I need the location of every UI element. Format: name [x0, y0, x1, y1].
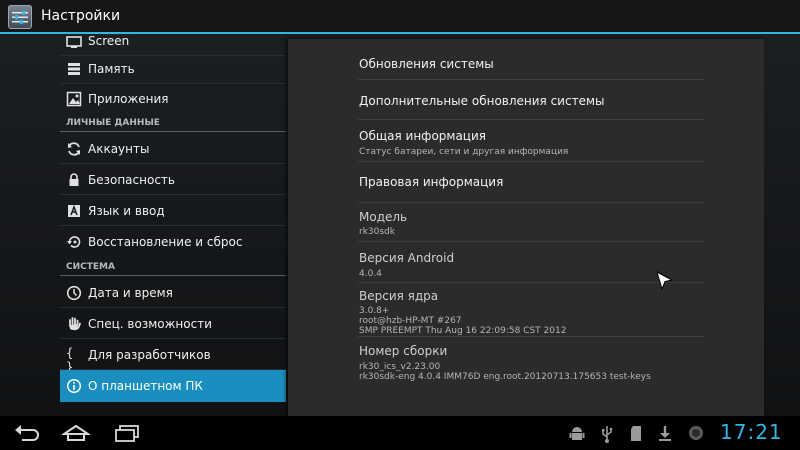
kernel-version-line: SMP PREEMPT Thu Aug 16 22:09:58 CST 2012 [359, 326, 567, 336]
sync-icon [68, 142, 80, 156]
build-number-title: Номер сборки [359, 344, 448, 358]
model-value: rk30sdk [359, 227, 395, 237]
settings-app-icon[interactable] [8, 5, 32, 29]
sidebar-item-label: Дата и время [88, 286, 173, 300]
extra-updates-label: Дополнительные обновления системы [359, 94, 605, 108]
keyboard-icon [68, 204, 80, 217]
build-number-line: rk30_ics_v2.23.00 [359, 362, 441, 372]
sidebar-item-label: Аккаунты [88, 142, 150, 156]
clock-icon [66, 285, 82, 301]
legal-info-label: Правовая информация [359, 175, 504, 189]
kernel-version-title: Версия ядра [359, 289, 439, 303]
sidebar-item-apps[interactable]: Приложения [60, 84, 286, 114]
record-status-icon [689, 426, 703, 440]
sidebar-item-developer[interactable]: { } Для разработчиков [60, 340, 286, 374]
model-item: Модель rk30sdk [358, 203, 704, 242]
build-number-item[interactable]: Номер сборки rk30_ics_v2.23.00 rk30sdk-e… [358, 337, 704, 387]
sidebar-item-label: Восстановление и сброс [88, 235, 243, 249]
kernel-version-line: 3.0.8+ [359, 306, 390, 316]
restore-icon [67, 236, 81, 248]
download-icon [659, 426, 671, 441]
page-title: Настройки [41, 8, 121, 24]
legal-info-item[interactable]: Правовая информация [358, 162, 704, 203]
sidebar-item-label: Язык и ввод [88, 204, 165, 218]
mouse-pointer-icon [656, 271, 674, 291]
about-tablet-panel: Обновления системы Дополнительные обновл… [288, 39, 764, 416]
settings-categories-list: Screen Память Приложения ЛИЧНЫЕ ДАННЫЕ А… [60, 34, 286, 416]
info-icon [66, 378, 82, 394]
android-version-title: Версия Android [359, 251, 455, 265]
build-number-line: rk30sdk-eng 4.0.4 IMM76D eng.root.201207… [359, 372, 651, 382]
screen-icon [66, 36, 82, 48]
sidebar-item-screen[interactable]: Screen [60, 26, 286, 56]
braces-icon: { } [66, 346, 74, 374]
status-title: Общая информация [359, 129, 486, 143]
android-version-item[interactable]: Версия Android 4.0.4 [358, 242, 704, 283]
sd-card-icon [631, 426, 641, 441]
sidebar-item-label: Спец. возможности [88, 317, 212, 331]
kernel-version-line: root@hzb-HP-MT #267 [359, 316, 462, 326]
apps-icon [66, 91, 82, 107]
settings-content: Screen Память Приложения ЛИЧНЫЕ ДАННЫЕ А… [0, 34, 800, 416]
sidebar-item-label: Для разработчиков [88, 348, 211, 362]
section-header-personal: ЛИЧНЫЕ ДАННЫЕ [60, 116, 286, 132]
sidebar-item-backup-reset[interactable]: Восстановление и сброс [60, 227, 286, 257]
sidebar-item-label: О планшетном ПК [88, 379, 203, 393]
sidebar-item-about[interactable]: О планшетном ПК [60, 370, 286, 402]
section-header-system: СИСТЕМА [60, 260, 286, 276]
status-clock[interactable]: 17:21 [720, 420, 783, 444]
kernel-version-item: Версия ядра 3.0.8+ root@hzb-HP-MT #267 S… [358, 283, 704, 337]
sidebar-item-label: Приложения [88, 92, 169, 106]
home-icon[interactable] [62, 424, 90, 442]
sidebar-item-language[interactable]: Язык и ввод [60, 196, 286, 226]
system-updates-item[interactable]: Обновления системы [358, 44, 704, 80]
storage-icon [68, 63, 80, 75]
sidebar-item-label: Память [88, 62, 135, 76]
sidebar-item-security[interactable]: Безопасность [60, 165, 286, 195]
system-updates-label: Обновления системы [359, 57, 494, 71]
usb-icon [602, 426, 613, 443]
sidebar-item-accounts[interactable]: Аккаунты [60, 134, 286, 164]
model-title: Модель [359, 210, 408, 224]
android-debug-icon [569, 427, 585, 440]
back-icon[interactable] [14, 422, 40, 444]
status-item[interactable]: Общая информация Статус батареи, сети и … [358, 120, 704, 162]
sidebar-item-label: Безопасность [88, 173, 175, 187]
extra-updates-item[interactable]: Дополнительные обновления системы [358, 80, 704, 120]
android-version-value: 4.0.4 [359, 269, 382, 279]
sidebar-item-accessibility[interactable]: Спец. возможности [60, 309, 286, 339]
hand-icon [69, 317, 81, 331]
sidebar-item-label: Screen [88, 34, 130, 48]
status-summary: Статус батареи, сети и другая информация [359, 147, 569, 157]
sidebar-item-storage[interactable]: Память [60, 54, 286, 84]
system-bar: 17:21 [0, 416, 800, 450]
lock-icon [69, 173, 79, 186]
recent-apps-icon[interactable] [114, 424, 140, 442]
sidebar-item-date-time[interactable]: Дата и время [60, 278, 286, 308]
